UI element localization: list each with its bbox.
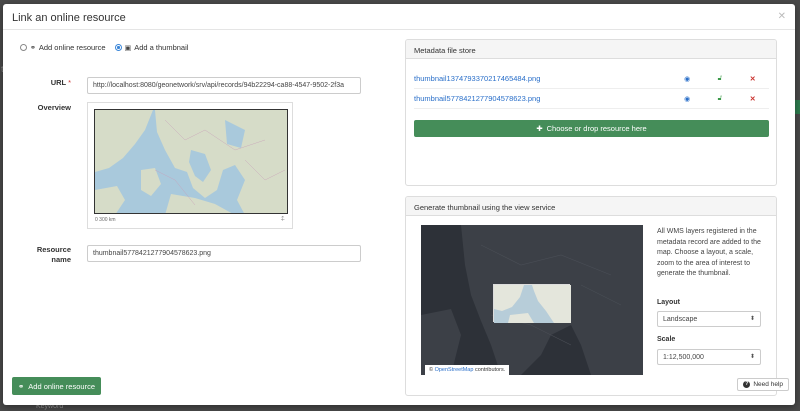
attribution-suffix: contributors. xyxy=(474,367,506,373)
eye-icon[interactable]: ◉ xyxy=(671,75,704,83)
radio-thumbnail-label: Add a thumbnail xyxy=(134,43,189,52)
file-store-heading: Metadata file store xyxy=(406,40,776,59)
url-input[interactable]: http://localhost:8080/geonetwork/srv/api… xyxy=(87,77,361,94)
url-label: URL * xyxy=(33,78,71,87)
generate-thumbnail-panel: Generate thumbnail using the view servic… xyxy=(405,196,777,396)
question-icon: ? xyxy=(743,381,751,388)
link-icon: ⚭ xyxy=(17,381,25,391)
overview-scale-bar: 0 300 km xyxy=(95,217,116,223)
modal-title: Link an online resource xyxy=(12,12,126,24)
openstreetmap-link[interactable]: OpenStreetMap xyxy=(435,367,474,373)
chevron-updown-icon: ⬍ xyxy=(749,354,755,360)
radio-online-label: Add online resource xyxy=(38,43,106,52)
radio-online-control[interactable] xyxy=(20,44,27,51)
required-mark: * xyxy=(68,78,71,87)
unlock-icon[interactable]: 🔓︎ xyxy=(704,75,737,83)
choose-resource-label: Choose or drop resource here xyxy=(546,124,647,133)
layout-select-value: Landscape xyxy=(663,316,698,323)
wms-map[interactable]: © OpenStreetMap contributors. xyxy=(421,225,643,375)
close-icon[interactable]: ✕ xyxy=(778,11,786,22)
radio-add-thumbnail[interactable]: ▣ Add a thumbnail xyxy=(114,43,189,52)
scale-label: Scale xyxy=(657,336,676,343)
scale-select[interactable]: 1:12,500,000 ⬍ xyxy=(657,349,761,365)
scale-select-value: 1:12,500,000 xyxy=(663,354,704,361)
resource-name-label: Resource name xyxy=(25,245,71,265)
file-link[interactable]: thumbnail5778421277904578623.png xyxy=(414,94,671,103)
unlock-icon[interactable]: 🔓︎ xyxy=(704,95,737,103)
eye-icon[interactable]: ◉ xyxy=(671,95,704,103)
resource-name-label-line1: Resource xyxy=(36,245,71,254)
choose-resource-button[interactable]: ✚ Choose or drop resource here xyxy=(414,120,769,137)
remove-icon[interactable]: ✕ xyxy=(736,95,769,103)
modal-header: Link an online resource ✕ xyxy=(3,4,795,30)
generate-heading: Generate thumbnail using the view servic… xyxy=(406,197,776,216)
chevron-updown-icon: ⬍ xyxy=(749,316,755,322)
thumbnail-extent-preview xyxy=(493,284,571,323)
need-help-label: Need help xyxy=(753,381,783,388)
link-resource-modal: Link an online resource ✕ ⚭ Add online r… xyxy=(3,4,795,405)
overview-map-image xyxy=(94,109,288,214)
resource-name-input[interactable]: thumbnail5778421277904578623.png xyxy=(87,245,361,262)
resource-name-label-line2: name xyxy=(51,255,71,264)
wms-help-text: All WMS layers registered in the metadat… xyxy=(657,228,761,277)
extent-map-svg xyxy=(494,285,571,323)
image-icon: ▣ xyxy=(124,44,132,52)
pin-icon: ⍏ xyxy=(280,216,285,223)
overview-label: Overview xyxy=(37,103,71,112)
layout-select[interactable]: Landscape ⬍ xyxy=(657,311,761,327)
need-help-button[interactable]: ? Need help xyxy=(737,378,789,391)
url-label-text: URL xyxy=(50,78,66,87)
file-row: thumbnail1374793370217465484.png ◉ 🔓︎ ✕ xyxy=(414,69,769,89)
link-icon: ⚭ xyxy=(30,44,36,52)
add-online-resource-label: Add online resource xyxy=(28,381,95,391)
mode-selector: ⚭ Add online resource ▣ Add a thumbnail xyxy=(20,43,194,52)
radio-add-online-resource[interactable]: ⚭ Add online resource xyxy=(20,43,106,52)
plus-icon: ✚ xyxy=(536,124,543,133)
metadata-file-store-panel: Metadata file store thumbnail13747933702… xyxy=(405,39,777,186)
map-attribution: © OpenStreetMap contributors. xyxy=(425,365,510,375)
radio-thumbnail-control[interactable] xyxy=(114,44,122,51)
overview-preview: 0 300 km ⍏ xyxy=(87,102,293,229)
add-online-resource-button[interactable]: ⚭ Add online resource xyxy=(12,377,101,395)
remove-icon[interactable]: ✕ xyxy=(736,75,769,83)
file-row: thumbnail5778421277904578623.png ◉ 🔓︎ ✕ xyxy=(414,89,769,109)
layout-label: Layout xyxy=(657,299,680,306)
file-link[interactable]: thumbnail1374793370217465484.png xyxy=(414,74,671,83)
attribution-prefix: © xyxy=(429,367,434,373)
overview-map-svg xyxy=(95,110,287,213)
